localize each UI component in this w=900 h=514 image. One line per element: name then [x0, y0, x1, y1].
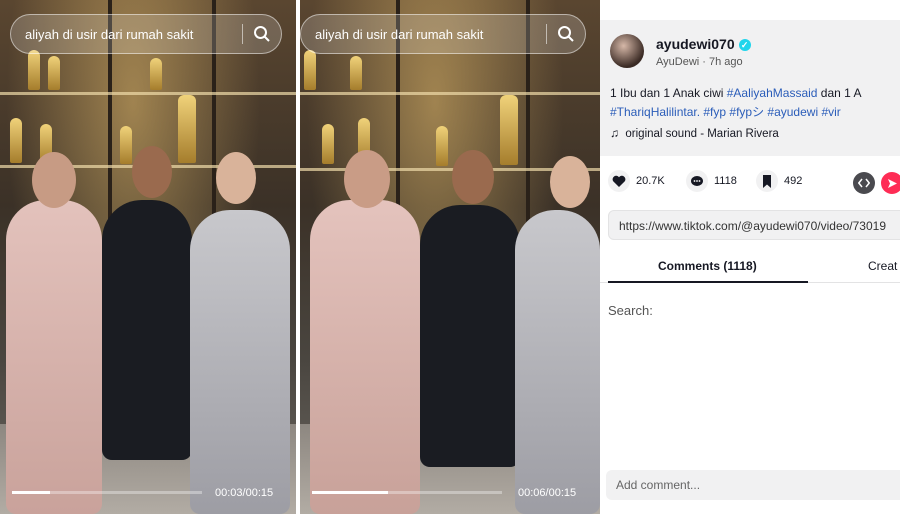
- video-progress-fill: [12, 491, 50, 494]
- person-right: [515, 210, 600, 514]
- active-tab-indicator: [608, 281, 808, 283]
- heart-icon: [608, 170, 630, 192]
- verified-icon: ✓: [738, 39, 751, 51]
- video-progress-bar[interactable]: [12, 491, 202, 494]
- search-bar[interactable]: aliyah di usir dari rumah sakit: [300, 14, 586, 54]
- post-time: 7h ago: [709, 56, 743, 68]
- person-center: [420, 205, 520, 467]
- person-right: [190, 210, 290, 514]
- video-time: 00:06/00:15: [518, 487, 577, 499]
- embed-icon[interactable]: [853, 172, 875, 194]
- comment-count: 1118: [714, 175, 737, 187]
- post-detail-panel: ayudewi070 ✓ AyuDewi · 7h ago 1 Ibu dan 1…: [600, 0, 900, 514]
- search-query[interactable]: aliyah di usir dari rumah sakit: [11, 27, 242, 42]
- video-link-field[interactable]: https://www.tiktok.com/@ayudewi070/video…: [608, 210, 900, 240]
- video-progress-fill: [312, 491, 388, 494]
- tab-creator-videos[interactable]: Creat: [868, 259, 897, 273]
- post-header: ayudewi070 ✓ AyuDewi · 7h ago 1 Ibu dan 1…: [600, 20, 900, 156]
- search-bar[interactable]: aliyah di usir dari rumah sakit: [10, 14, 282, 54]
- person-left: [310, 200, 420, 514]
- tab-comments[interactable]: Comments (1118): [658, 259, 757, 273]
- sound-link[interactable]: ♫ original sound - Marian Rivera: [610, 126, 779, 140]
- video-frame: [300, 0, 600, 514]
- video-progress-bar[interactable]: [312, 491, 502, 494]
- search-icon[interactable]: [547, 25, 585, 43]
- hashtag-link[interactable]: #AaliyahMassaid: [727, 86, 818, 100]
- share-icon[interactable]: [881, 172, 900, 194]
- post-caption: 1 Ibu dan 1 Anak ciwi #AaliyahMassaid da…: [610, 84, 900, 122]
- video-player-1[interactable]: aliyah di usir dari rumah sakit 00:03/00…: [0, 0, 296, 514]
- music-note-icon: ♫: [610, 126, 619, 140]
- search-query[interactable]: aliyah di usir dari rumah sakit: [301, 27, 546, 42]
- comment-search-label: Search:: [608, 303, 653, 318]
- add-comment-input[interactable]: Add comment...: [606, 470, 900, 500]
- username[interactable]: ayudewi070: [656, 36, 735, 52]
- video-frame: [0, 0, 296, 514]
- save-count: 492: [784, 175, 803, 187]
- like-count: 20.7K: [636, 175, 665, 187]
- display-name: AyuDewi: [656, 56, 700, 68]
- video-time: 00:03/00:15: [215, 487, 274, 499]
- hashtag-links[interactable]: #ThariqHalilintar. #fyp #fypシ #ayudewi #…: [610, 103, 900, 122]
- comment-icon: [686, 170, 708, 192]
- comment-tabs: Comments (1118) Creat: [600, 250, 900, 283]
- avatar[interactable]: [610, 34, 644, 68]
- comment-button[interactable]: 1118: [686, 170, 737, 192]
- video-player-2[interactable]: aliyah di usir dari rumah sakit 00:06/00…: [300, 0, 600, 514]
- person-center: [102, 200, 192, 460]
- search-icon[interactable]: [243, 25, 281, 43]
- person-left: [6, 200, 102, 514]
- action-bar: 20.7K 1118 492: [600, 170, 900, 198]
- bookmark-icon: [756, 170, 778, 192]
- save-button[interactable]: 492: [756, 170, 802, 192]
- like-button[interactable]: 20.7K: [608, 170, 665, 192]
